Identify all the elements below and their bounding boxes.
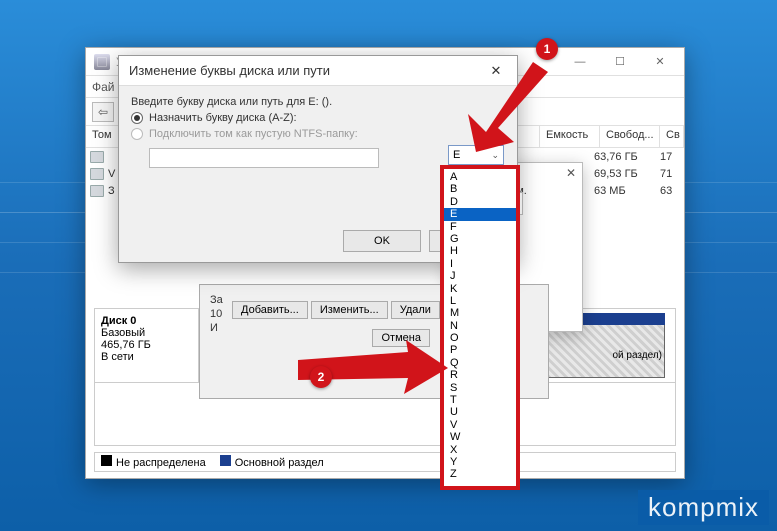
delete-button[interactable]: Удали [391, 301, 440, 319]
disk-type: Базовый [101, 327, 145, 339]
disk-mgmt-icon [94, 54, 110, 70]
dropdown-option[interactable]: N [444, 320, 516, 332]
legend: Не распределена Основной раздел [94, 452, 676, 472]
menu-file[interactable]: Фай [92, 80, 115, 94]
drive-icon [90, 185, 104, 197]
dropdown-option[interactable]: K [444, 283, 516, 295]
mount-path-input [149, 148, 379, 168]
disk-name: Диск 0 [101, 315, 136, 327]
dropdown-option[interactable]: P [444, 344, 516, 356]
dropdown-option[interactable]: G [444, 233, 516, 245]
close-button[interactable]: ✕ [640, 50, 680, 74]
dropdown-option[interactable]: R [444, 369, 516, 381]
change-button[interactable]: Изменить... [311, 301, 388, 319]
dropdown-option[interactable]: T [444, 394, 516, 406]
drive-icon [90, 151, 104, 163]
legend-primary: Основной раздел [220, 455, 324, 469]
dropdown-option[interactable]: V [444, 419, 516, 431]
dropdown-option[interactable]: A [444, 171, 516, 183]
dialog-titlebar[interactable]: Изменение буквы диска или пути ✕ [119, 56, 517, 86]
radio-assign-letter[interactable]: Назначить букву диска (A-Z): [131, 112, 505, 124]
dropdown-option[interactable]: O [444, 332, 516, 344]
watermark: kompmix [638, 490, 769, 525]
radio-icon [131, 128, 143, 140]
dropdown-option[interactable]: Z [444, 468, 516, 480]
dropdown-option[interactable]: S [444, 382, 516, 394]
annotation-badge-2: 2 [310, 366, 332, 388]
disk-status: В сети [101, 351, 134, 363]
popup-close[interactable]: ✕ [566, 166, 576, 180]
dropdown-option[interactable]: Q [444, 357, 516, 369]
dialog-title: Изменение буквы диска или пути [129, 63, 479, 78]
drive-icon [90, 168, 104, 180]
select-value: E [453, 149, 460, 161]
panel-side-text: За 10 И [210, 293, 224, 347]
dropdown-option[interactable]: Y [444, 456, 516, 468]
dropdown-option[interactable]: D [444, 196, 516, 208]
dropdown-option[interactable]: I [444, 258, 516, 270]
legend-unallocated: Не распределена [101, 455, 206, 469]
dropdown-option[interactable]: M [444, 307, 516, 319]
dropdown-option[interactable]: J [444, 270, 516, 282]
radio-icon [131, 112, 143, 124]
dropdown-option[interactable]: E [444, 208, 516, 220]
col-free[interactable]: Свобод... [600, 126, 660, 147]
ok-button[interactable]: OK [343, 230, 421, 252]
annotation-badge-1: 1 [536, 38, 558, 60]
disk-size: 465,76 ГБ [101, 339, 151, 351]
back-button[interactable]: ⇦ [92, 102, 114, 122]
annotation-arrow-1 [468, 62, 558, 152]
window-buttons: — ☐ ✕ [560, 50, 680, 74]
dropdown-option[interactable]: H [444, 245, 516, 257]
radio-mount-folder[interactable]: Подключить том как пустую NTFS-папку: [131, 128, 505, 140]
col-sv[interactable]: Св [660, 126, 684, 147]
dropdown-option[interactable]: X [444, 444, 516, 456]
disk-header: Диск 0 Базовый 465,76 ГБ В сети [95, 309, 199, 382]
dropdown-option[interactable]: F [444, 221, 516, 233]
dialog-prompt: Введите букву диска или путь для E: (). [131, 96, 505, 108]
dropdown-option[interactable]: U [444, 406, 516, 418]
drive-letter-dropdown[interactable]: ABDEFGHIJKLMNOPQRSTUVWXYZ [440, 165, 520, 490]
add-button[interactable]: Добавить... [232, 301, 308, 319]
dropdown-option[interactable]: L [444, 295, 516, 307]
minimize-button[interactable]: — [560, 50, 600, 74]
maximize-button[interactable]: ☐ [600, 50, 640, 74]
dropdown-option[interactable]: B [444, 183, 516, 195]
dropdown-option[interactable]: W [444, 431, 516, 443]
